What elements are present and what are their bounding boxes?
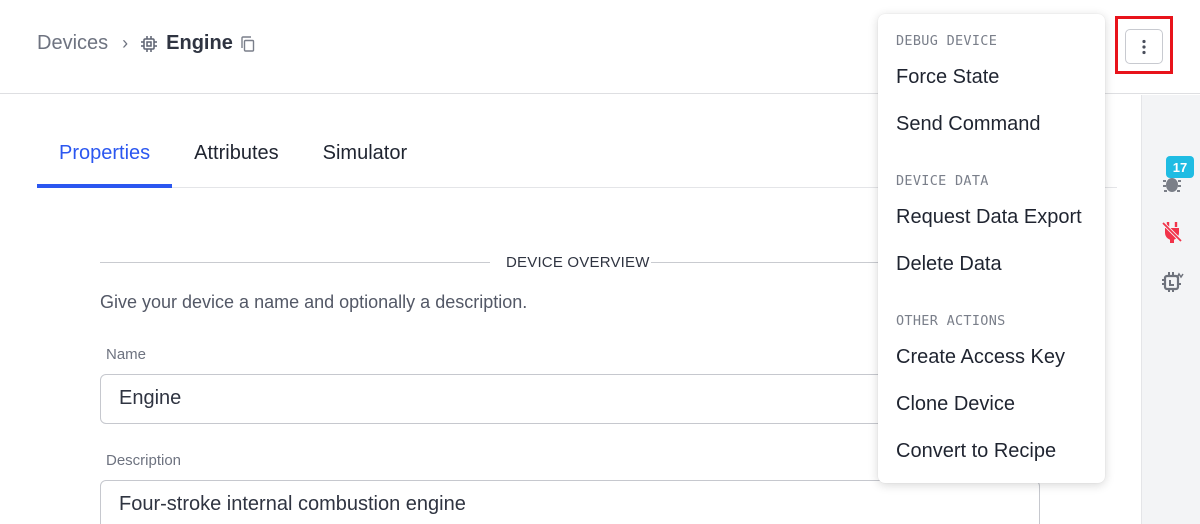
breadcrumb-current: Engine xyxy=(140,32,255,55)
breadcrumb-devices-link[interactable]: Devices xyxy=(37,32,108,55)
menu-item-delete-data[interactable]: Delete Data xyxy=(878,244,1105,284)
chip-icon xyxy=(141,35,158,52)
menu-item-force-state[interactable]: Force State xyxy=(878,57,1105,97)
description-label: Description xyxy=(106,452,182,469)
breadcrumb: Devices › Engine xyxy=(37,32,255,55)
helper-text: Give your device a name and optionally a… xyxy=(100,292,528,312)
menu-item-clone-device[interactable]: Clone Device xyxy=(878,384,1105,424)
menu-item-create-access-key[interactable]: Create Access Key xyxy=(878,337,1105,377)
device-actions-menu: DEBUG DEVICE Force State Send Command DE… xyxy=(878,14,1105,483)
menu-group-device-data: DEVICE DATA xyxy=(896,173,989,189)
more-actions-button[interactable] xyxy=(1125,29,1163,64)
description-input[interactable]: Four-stroke internal combustion engine xyxy=(100,480,1040,524)
section-title: DEVICE OVERVIEW xyxy=(506,254,650,271)
debug-count-badge: 17 xyxy=(1166,156,1194,178)
tab-simulator[interactable]: Simulator xyxy=(301,134,429,187)
copy-icon[interactable] xyxy=(240,35,255,52)
menu-item-request-data-export[interactable]: Request Data Export xyxy=(878,197,1105,237)
menu-group-other-actions: OTHER ACTIONS xyxy=(896,313,1006,329)
menu-item-convert-to-recipe[interactable]: Convert to Recipe xyxy=(878,431,1105,471)
tab-attributes[interactable]: Attributes xyxy=(172,134,300,187)
breadcrumb-separator: › xyxy=(122,33,129,53)
tab-properties[interactable]: Properties xyxy=(37,134,173,188)
divider-line-left xyxy=(100,262,490,263)
chip-schedule-icon[interactable] xyxy=(1160,270,1184,294)
device-name-title: Engine xyxy=(166,32,233,54)
menu-item-send-command[interactable]: Send Command xyxy=(878,104,1105,144)
menu-group-debug-device: DEBUG DEVICE xyxy=(896,33,998,49)
more-vertical-icon xyxy=(1142,39,1146,54)
disconnected-plug-icon[interactable] xyxy=(1160,220,1184,244)
name-label: Name xyxy=(106,346,147,363)
